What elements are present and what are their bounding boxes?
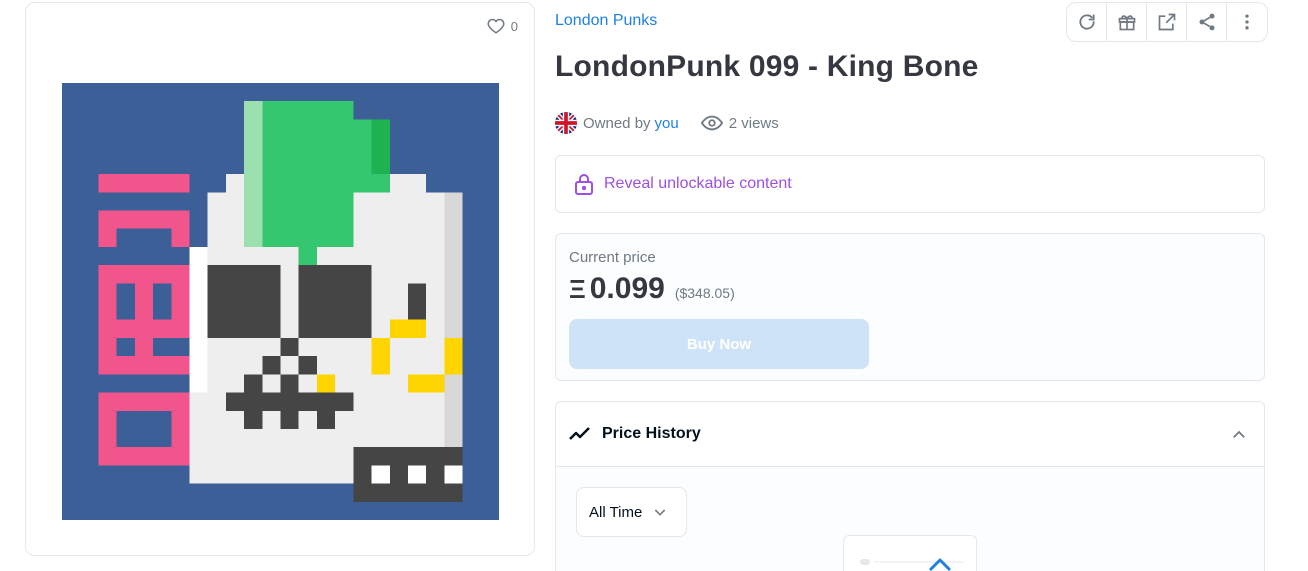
price-history-panel: Price History All Time: [555, 401, 1265, 571]
price-history-title: Price History: [602, 425, 701, 442]
refresh-button[interactable]: [1067, 3, 1107, 41]
favorite-count: 0: [510, 18, 518, 34]
more-options-button[interactable]: [1227, 3, 1267, 41]
share-button[interactable]: [1187, 3, 1227, 41]
uk-flag-icon: [555, 112, 577, 134]
price-history-body: All Time: [556, 467, 1264, 571]
price-usd: ($348.05): [674, 285, 735, 301]
lock-icon: [575, 174, 593, 195]
share-icon: [1199, 13, 1214, 31]
item-meta: Owned by you 2 views: [555, 112, 779, 134]
time-range-value: All Time: [589, 503, 643, 521]
nft-artwork[interactable]: [62, 83, 499, 520]
chevron-up-icon: [1233, 430, 1245, 438]
eye-icon: [700, 115, 723, 131]
view-count: 2 views: [700, 112, 779, 134]
trending-icon: [569, 427, 590, 440]
collection-link[interactable]: London Punks: [555, 12, 657, 30]
item-title: LondonPunk 099 - King Bone: [555, 50, 979, 83]
current-price-label: Current price: [569, 249, 656, 266]
price-panel: Current price Ξ 0.099 ($348.05) Buy Now: [555, 233, 1265, 381]
no-data-illustration: [843, 535, 977, 571]
owner-link[interactable]: you: [655, 115, 679, 132]
price-value: 0.099: [589, 272, 665, 305]
gift-icon: [1118, 15, 1135, 31]
more-icon: [1245, 14, 1249, 30]
pixel-skull-artwork: [62, 83, 499, 520]
price-row: Ξ 0.099 ($348.05): [569, 272, 735, 306]
time-range-select[interactable]: All Time: [576, 487, 687, 537]
owner-avatar[interactable]: [555, 112, 577, 134]
owned-by-label: Owned by: [583, 114, 651, 132]
nft-image-card: 0: [25, 2, 535, 556]
reveal-unlockable-button[interactable]: Reveal unlockable content: [555, 155, 1265, 213]
heart-icon: [487, 18, 505, 34]
views-label: 2 views: [728, 114, 779, 132]
price-history-header[interactable]: Price History: [556, 402, 1264, 467]
transfer-button[interactable]: [1107, 3, 1147, 41]
item-toolbar: [1066, 2, 1268, 42]
external-link-icon: [1158, 13, 1175, 31]
eth-icon: Ξ: [569, 274, 586, 304]
buy-now-button[interactable]: Buy Now: [569, 319, 869, 369]
empty-chart-icon: [860, 558, 964, 571]
open-external-button[interactable]: [1147, 3, 1187, 41]
chevron-down-icon: [655, 509, 666, 516]
favorite-button[interactable]: 0: [487, 17, 518, 35]
reveal-unlockable-label: Reveal unlockable content: [604, 175, 792, 192]
refresh-icon: [1078, 14, 1095, 30]
